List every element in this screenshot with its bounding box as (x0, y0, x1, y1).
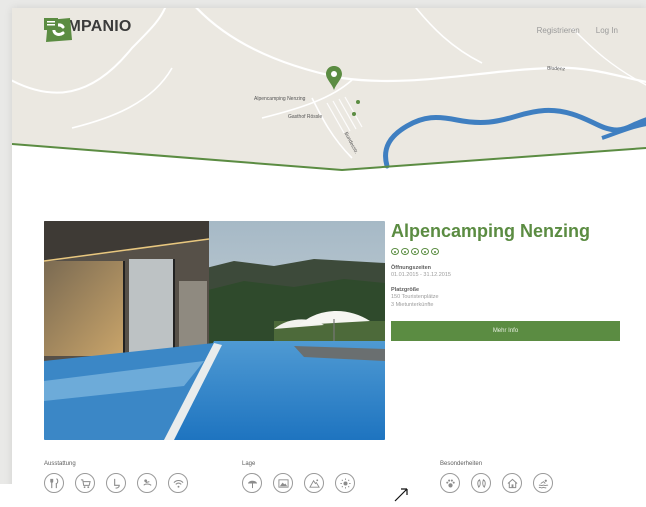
more-info-button[interactable]: Mehr Info (391, 321, 620, 341)
swimming-icon[interactable] (533, 473, 553, 493)
rating-star-icon (411, 248, 419, 255)
rating-stars (391, 248, 623, 255)
brand-logo[interactable]: CAMPANIO (44, 18, 132, 42)
amenity-group-label: Lage (242, 461, 256, 467)
map-label-campsite: Alpencamping Nenzing (254, 96, 306, 102)
amenity-group-specials: Besonderheiten (440, 461, 553, 493)
dog-icon[interactable] (440, 473, 460, 493)
spa-icon[interactable] (471, 473, 491, 493)
rating-star-icon (391, 248, 399, 255)
rating-star-icon (431, 248, 439, 255)
site-size-rentals: 3 Mietunterkünfte (391, 302, 434, 308)
campsite-title[interactable]: Alpencamping Nenzing (391, 221, 623, 242)
tent-flag-icon (44, 18, 58, 30)
page-edge (0, 484, 12, 507)
landscape-icon[interactable] (273, 473, 293, 493)
amenity-group-label: Ausstattung (44, 461, 76, 467)
pool-image (44, 221, 385, 440)
restaurant-icon[interactable] (44, 473, 64, 493)
map-label-town: Bludenz (546, 65, 566, 73)
campsite-photo[interactable] (44, 221, 385, 440)
amenity-group-location: Lage (242, 461, 355, 493)
top-nav: Registrieren Log In (537, 26, 618, 35)
accommodation-icon[interactable] (502, 473, 522, 493)
map-header[interactable]: CAMPANIO Registrieren Log In Alpencampin… (12, 8, 646, 188)
login-link[interactable]: Log In (596, 26, 618, 35)
map-label-poi: Gasthof Rössle (288, 114, 323, 120)
rating-star-icon (421, 248, 429, 255)
baby-changing-icon[interactable] (137, 473, 157, 493)
amenity-group-label: Besonderheiten (440, 461, 483, 467)
shop-icon[interactable] (75, 473, 95, 493)
ski-area-icon[interactable] (304, 473, 324, 493)
toilet-icon[interactable] (106, 473, 126, 493)
campsite-info: Alpencamping Nenzing Öffnungszeiten 01.0… (391, 221, 623, 341)
sun-icon[interactable] (335, 473, 355, 493)
rating-star-icon (401, 248, 409, 255)
wifi-icon[interactable] (168, 473, 188, 493)
amenity-group-equipment: Ausstattung (44, 461, 188, 493)
site-size-pitches: 150 Touristenplätze (391, 294, 439, 300)
opening-hours-value: 01.01.2015 - 31.12.2015 (391, 272, 451, 278)
beach-umbrella-icon[interactable] (242, 473, 262, 493)
browser-page: CAMPANIO Registrieren Log In Alpencampin… (12, 8, 646, 507)
register-link[interactable]: Registrieren (537, 26, 580, 35)
mouse-pointer-icon (394, 488, 408, 502)
